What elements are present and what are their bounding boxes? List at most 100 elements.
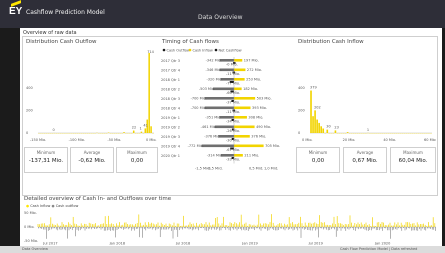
inflow-max-label: Maximum xyxy=(403,150,423,155)
outflow-bar-58 xyxy=(150,126,152,133)
legend-inflow-label: Cash Inflow xyxy=(30,204,51,208)
inflow-min-label: Minimum xyxy=(308,150,328,155)
timing-row-label-8: 2019 Qtr 3 xyxy=(161,135,180,139)
timing-legend-marker-1 xyxy=(188,48,192,52)
outflow-ytick-2: 0 xyxy=(26,131,28,135)
timing-outflow-label-7: -461 Mio. xyxy=(201,125,217,129)
timing-inflow-bar-10 xyxy=(234,154,243,157)
inflow-title: Distribution Cash Inflow xyxy=(298,39,364,45)
outflow-avg-card: Average -0,62 Mio. xyxy=(70,147,114,173)
timing-row-label-3: 2018 Qtr 2 xyxy=(161,88,180,92)
timing-inflow-bar-5 xyxy=(234,106,251,110)
timing-inflow-bar-8 xyxy=(234,135,250,138)
timing-inflow-label-3: 182 Mio. xyxy=(243,87,258,91)
inflow-avg-label: Average xyxy=(356,150,374,155)
inflow-max-value: 60,04 Mio. xyxy=(398,158,428,164)
timing-net-label-10: -33 Mio. xyxy=(226,157,240,161)
timing-inflow-bar-9 xyxy=(234,144,264,148)
report-canvas: Overview of raw data Distribution Cash O… xyxy=(20,28,442,246)
inflow-avg-card: Average 0,67 Mio. xyxy=(343,147,387,173)
timing-inflow-bar-4 xyxy=(234,97,256,100)
outflow-bar-57 xyxy=(148,53,150,133)
timing-inflow-label-8: 376 Mio. xyxy=(251,135,266,139)
top-bar: EY Cashflow Prediction Model Data Overvi… xyxy=(0,0,445,28)
timing-legend-label-0: Cash Outflow xyxy=(167,48,190,52)
overview-ytick-2: -50 Mio. xyxy=(24,239,38,243)
inflow-bar-12 xyxy=(334,130,337,133)
timing-net-label-1: -11 Mio. xyxy=(226,72,240,76)
footer-page-tab[interactable]: Data Overview xyxy=(22,247,48,251)
outflow-bar-44 xyxy=(123,132,125,133)
outflow-ytick-1: 200 xyxy=(26,109,33,113)
overview-xtick-4: Jul 2019 xyxy=(308,242,323,246)
timing-row-label-10: 2020 Qtr 1 xyxy=(161,154,180,158)
outflow-title: Distribution Cash Outflow xyxy=(26,39,97,45)
timing-net-label-9: -67 Mio. xyxy=(226,148,240,152)
timing-row-label-5: 2018 Qtr 4 xyxy=(161,107,181,111)
page-title: Data Overview xyxy=(198,14,243,21)
inflow-bar-label-4: 1 xyxy=(367,128,369,132)
timing-row-label-4: 2018 Qtr 3 xyxy=(161,97,180,101)
inflow-bar-5 xyxy=(320,126,322,133)
timing-legend-marker-0 xyxy=(162,48,166,52)
timing-outflow-label-2: -320 Mio. xyxy=(207,78,223,82)
timing-inflow-label-6: 308 Mio. xyxy=(248,116,263,120)
timing-chart: Cash Outflow Cash Inflow Net Cashflow 2017 … xyxy=(161,48,280,171)
inflow-bar-18 xyxy=(346,132,349,133)
timing-outflow-label-3: -503 Mio. xyxy=(199,87,215,91)
timing-net-label-4: -37 Mio. xyxy=(226,100,240,104)
outflow-bar-53 xyxy=(140,131,143,133)
timing-outflow-label-10: -314 Mio. xyxy=(207,154,223,158)
inflow-max-card: Maximum 60,04 Mio. xyxy=(390,147,436,173)
outflow-min-value: -137,31 Mio. xyxy=(28,158,64,164)
inflow-xtick-1: 20 Mio. xyxy=(343,138,356,142)
inflow-bar-label-0: 379 xyxy=(310,86,317,90)
footer-status: Cash Flow Prediction Model | Data refres… xyxy=(340,247,418,251)
inflow-bar-label-3: 23 xyxy=(334,125,338,129)
timing-inflow-label-5: 393 Mio. xyxy=(252,106,267,110)
inflow-bar-label-1: 202 xyxy=(314,105,321,109)
outflow-bar-49 xyxy=(132,130,135,133)
timing-row-label-0: 2017 Qtr 3 xyxy=(161,59,180,63)
timing-inflow-bar-3 xyxy=(234,87,242,91)
timing-inflow-bar-7 xyxy=(234,125,255,129)
overview-xtick-0: Jul 2017 xyxy=(42,242,57,246)
timing-inflow-label-7: 490 Mio. xyxy=(256,125,271,129)
outflow-min-label: Minimum xyxy=(36,150,56,155)
outflow-bar-label-0: 0 xyxy=(52,128,54,132)
timing-inflow-label-0: 197 Mio. xyxy=(244,59,259,63)
overview-ytick-0: 50 Mio. xyxy=(24,211,37,215)
inflow-bar-1 xyxy=(312,116,314,133)
outflow-xtick-2: -50 Mio. xyxy=(107,138,121,142)
inflow-histogram: 400 200 00 Mio. 20 Mio. 40 Mio. 60 Mio. 379 202… xyxy=(298,86,436,142)
timing-xtick-1: -0,5 Mrd. xyxy=(207,167,223,171)
timing-outflow-bar-4 xyxy=(204,97,234,100)
timing-outflow-bar-9 xyxy=(201,144,234,148)
inflow-bar-4 xyxy=(318,122,320,133)
outflow-ytick-0: 400 xyxy=(26,86,33,90)
timing-net-label-7: -26 Mio. xyxy=(226,129,240,133)
timing-legend-marker-2 xyxy=(214,48,218,52)
overview-timeseries: 50 Mio. 0 Mio. -50 Mio. Jul 2017 Jan 2018 Jul… xyxy=(24,211,436,246)
outflow-xtick-3: 0 Mio. xyxy=(146,138,157,142)
timing-legend-label-2: Net Cashflow xyxy=(219,48,242,52)
timing-inflow-label-4: 503 Mio. xyxy=(257,97,272,101)
timing-net-label-8: -30 Mio. xyxy=(226,138,240,142)
outflow-xtick-1: -100 Mio. xyxy=(69,138,85,142)
timing-row-label-9: 2019 Qtr 4 xyxy=(161,145,181,149)
outflow-avg-label: Average xyxy=(83,150,101,155)
inflow-ytick-1: 200 xyxy=(298,109,305,113)
inflow-xtick-0: 0 Mio. xyxy=(302,138,313,142)
timing-row-label-2: 2018 Qtr 1 xyxy=(161,78,180,82)
outflow-bar-label-2: 1 xyxy=(139,127,141,131)
outflow-bar-label-1: 22 xyxy=(132,126,136,130)
timing-outflow-label-9: -772 Mio. xyxy=(188,144,204,148)
overview-legend: ● Cash Inflow ● Cash outflow xyxy=(26,204,78,208)
legend-outflow-label: Cash outflow xyxy=(55,204,79,208)
overview-xtick-3: Jan 2019 xyxy=(241,242,257,246)
outflow-max-card: Maximum 0,00 xyxy=(116,147,158,173)
inflow-min-value: 0,00 xyxy=(311,158,325,164)
timing-net-label-2: -77 Mio. xyxy=(226,81,240,85)
footer-bar: Data Overview Cash Flow Prediction Model… xyxy=(0,246,445,253)
timing-outflow-bar-8 xyxy=(218,135,234,138)
